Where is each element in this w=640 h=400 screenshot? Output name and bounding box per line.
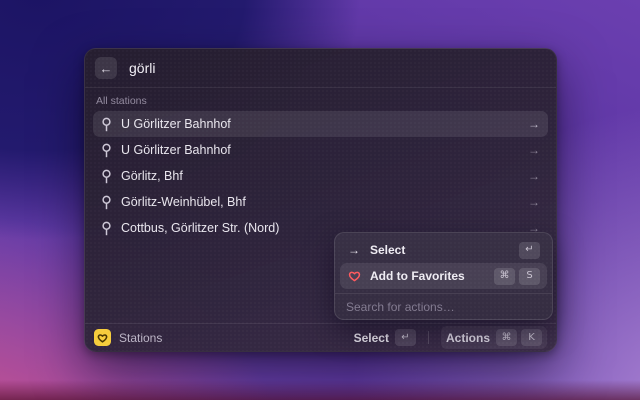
action-menu-item[interactable]: → Select ↵ — [340, 237, 547, 263]
arrow-right-icon: → — [528, 117, 540, 131]
keycap: ↵ — [395, 329, 416, 346]
heart-icon — [348, 270, 361, 282]
heart-icon — [97, 333, 108, 343]
back-arrow-icon: ← — [100, 62, 113, 75]
footer-separator — [428, 331, 429, 344]
results-list: U Görlitzer Bahnhof → U Görlitzer Bahnho… — [85, 111, 556, 241]
station-list-item[interactable]: U Görlitzer Bahnhof → — [93, 137, 548, 163]
station-pin-icon — [101, 143, 112, 158]
keycap: ⌘ — [496, 329, 517, 346]
back-button[interactable]: ← — [95, 57, 117, 79]
search-bar: ← görli — [85, 49, 556, 88]
arrow-right-icon: → — [348, 243, 360, 257]
station-list-item[interactable]: Görlitz, Bhf → — [93, 163, 548, 189]
action-panel: → Select ↵ Add to Favorites ⌘S Search fo… — [334, 232, 553, 320]
arrow-right-icon: → — [528, 169, 540, 183]
action-search-field[interactable]: Search for actions… — [335, 294, 552, 319]
action-search-placeholder: Search for actions… — [346, 300, 455, 314]
select-hint[interactable]: Select ↵ — [354, 329, 416, 346]
arrow-right-icon: → — [528, 143, 540, 157]
actions-button-label: Actions — [446, 331, 490, 345]
select-hint-keys: ↵ — [395, 329, 416, 346]
keycap: S — [519, 268, 540, 285]
desktop-background: ← görli All stations U Görlitzer Bahnhof… — [0, 0, 640, 400]
arrow-right-icon: → — [528, 195, 540, 209]
station-pin-icon — [101, 117, 112, 132]
section-header: All stations — [85, 88, 556, 111]
search-input[interactable]: görli — [129, 60, 155, 76]
station-title: Görlitz, Bhf — [121, 169, 183, 183]
station-list-item[interactable]: Görlitz-Weinhübel, Bhf → — [93, 189, 548, 215]
keycap: K — [521, 329, 542, 346]
actions-button[interactable]: Actions ⌘K — [441, 326, 547, 349]
actions-button-keys: ⌘K — [496, 329, 542, 346]
action-panel-items: → Select ↵ Add to Favorites ⌘S — [335, 233, 552, 291]
app-name: Stations — [119, 331, 162, 345]
select-hint-label: Select — [354, 331, 389, 345]
launcher-window: ← görli All stations U Görlitzer Bahnhof… — [84, 48, 557, 352]
action-menu-item[interactable]: Add to Favorites ⌘S — [340, 263, 547, 289]
station-pin-icon — [101, 221, 112, 236]
station-pin-icon — [101, 169, 112, 184]
results-area: All stations U Görlitzer Bahnhof → U Gör… — [85, 88, 556, 323]
station-title: U Görlitzer Bahnhof — [121, 117, 231, 131]
keycap: ↵ — [519, 242, 540, 259]
station-title: U Görlitzer Bahnhof — [121, 143, 231, 157]
station-pin-icon — [101, 195, 112, 210]
station-title: Görlitz-Weinhübel, Bhf — [121, 195, 246, 209]
stations-app-icon — [94, 329, 111, 346]
action-shortcut: ⌘S — [494, 268, 540, 285]
action-label: Add to Favorites — [370, 269, 465, 283]
keycap: ⌘ — [494, 268, 515, 285]
station-list-item[interactable]: U Görlitzer Bahnhof → — [93, 111, 548, 137]
status-bar: Stations Select ↵ Actions ⌘K — [85, 323, 556, 351]
station-title: Cottbus, Görlitzer Str. (Nord) — [121, 221, 279, 235]
action-label: Select — [370, 243, 405, 257]
action-shortcut: ↵ — [519, 242, 540, 259]
